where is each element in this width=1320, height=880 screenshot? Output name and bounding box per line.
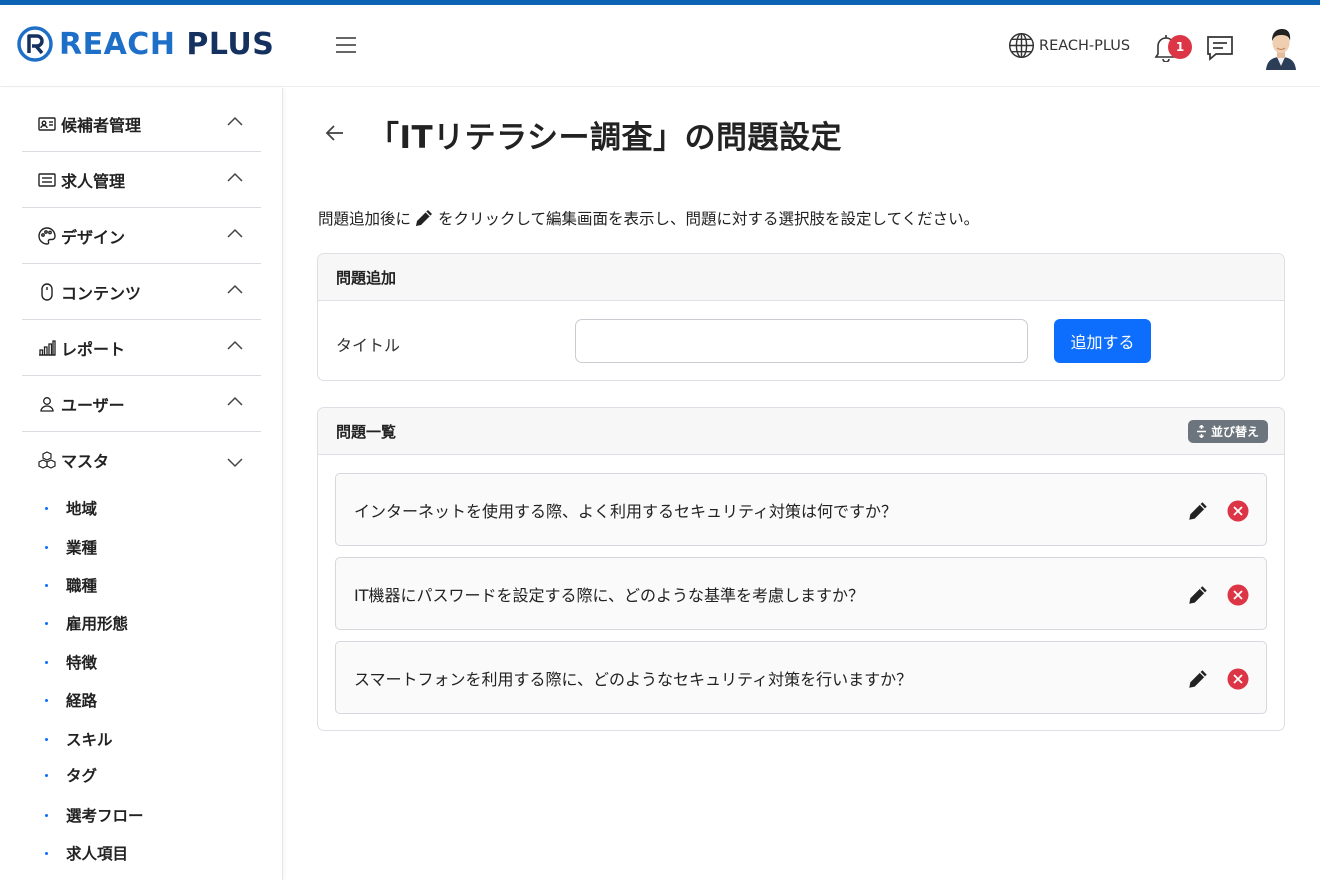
add-question-heading: 問題追加: [318, 254, 1284, 301]
question-row: IT機器にパスワードを設定する際に、どのような基準を考慮しますか？: [335, 557, 1267, 630]
sidebar-item-master[interactable]: マスタ: [22, 432, 261, 488]
sidebar-item-label: コンテンツ: [61, 283, 142, 303]
sidebar-subitem-tags[interactable]: タグ: [45, 764, 97, 786]
list-icon: [38, 171, 56, 189]
sidebar-subitem-industry[interactable]: 業種: [45, 536, 97, 558]
chevron-up-icon: [227, 284, 243, 294]
sidebar-subitem-label: タグ: [66, 767, 98, 785]
question-text: インターネットを使用する際、よく利用するセキュリティ対策は何ですか？: [354, 501, 898, 521]
chevron-up-icon: [227, 228, 243, 238]
sort-button[interactable]: 並び替え: [1187, 420, 1268, 443]
question-list-title: 問題一覧: [336, 422, 397, 441]
sidebar-item-users[interactable]: ユーザー: [22, 376, 261, 432]
notification-badge: 1: [1168, 35, 1192, 59]
sidebar-item-label: ユーザー: [61, 395, 125, 415]
description-text-after: をクリックして編集画面を表示し、問題に対する選択肢を設定してください。: [438, 210, 980, 228]
logo[interactable]: REACH PLUS: [17, 26, 274, 62]
sidebar-item-label: 候補者管理: [61, 115, 142, 135]
palette-icon: [38, 226, 56, 245]
sidebar-subitem-job-fields[interactable]: 求人項目: [45, 842, 128, 864]
question-text: IT機器にパスワードを設定する際に、どのような基準を考慮しますか？: [354, 585, 865, 605]
delete-icon[interactable]: [1227, 500, 1249, 522]
sidebar-subitem-skills[interactable]: スキル: [45, 728, 113, 750]
edit-pencil-icon[interactable]: [1186, 583, 1210, 607]
sidebar-item-contents[interactable]: コンテンツ: [22, 264, 261, 320]
sidebar-item-design[interactable]: デザイン: [22, 208, 261, 264]
chat-icon[interactable]: [1206, 34, 1234, 62]
edit-pencil-icon[interactable]: [1186, 667, 1210, 691]
question-list-card: 問題一覧 並び替え インターネットを使用する際、よく利用するセキュリティ対策は何…: [317, 407, 1285, 731]
mouse-icon: [38, 282, 56, 301]
logo-mark-icon: [17, 26, 53, 62]
title-input[interactable]: [575, 319, 1028, 363]
delete-icon[interactable]: [1227, 584, 1249, 606]
add-question-button[interactable]: 追加する: [1054, 319, 1151, 363]
title-field-label: タイトル: [336, 336, 401, 355]
chevron-up-icon: [227, 340, 243, 350]
sidebar-subitem-label: 地域: [66, 500, 98, 518]
boxes-icon: [38, 451, 56, 469]
question-list-heading: 問題一覧 並び替え: [318, 408, 1284, 455]
chevron-up-icon: [227, 396, 243, 406]
sidebar-subitem-label: 業種: [66, 539, 98, 557]
sidebar-subitem-label: 職種: [66, 577, 98, 595]
page-title: 「ITリテラシー調査」の問題設定: [368, 120, 843, 156]
app-header: REACH PLUS REACH-PLUS 1: [0, 5, 1320, 87]
logo-text: REACH PLUS: [59, 27, 274, 62]
chevron-down-icon: [227, 458, 243, 468]
sidebar-item-candidates[interactable]: 候補者管理: [22, 96, 261, 152]
question-row: インターネットを使用する際、よく利用するセキュリティ対策は何ですか？: [335, 473, 1267, 546]
description-text-before: 問題追加後に: [318, 210, 412, 228]
pencil-icon: [416, 210, 433, 226]
sort-button-label: 並び替え: [1210, 425, 1259, 439]
globe-icon: [1008, 32, 1035, 59]
id-card-icon: [38, 115, 56, 133]
sidebar-item-jobs[interactable]: 求人管理: [22, 152, 261, 208]
sidebar-subitem-route[interactable]: 経路: [45, 689, 97, 711]
sort-icon: [1196, 425, 1206, 438]
sidebar-subitem-employment-type[interactable]: 雇用形態: [45, 612, 128, 634]
sidebar-subitem-selection-flow[interactable]: 選考フロー: [45, 804, 144, 826]
user-avatar[interactable]: [1262, 26, 1300, 70]
page-description: 問題追加後に をクリックして編集画面を表示し、問題に対する選択肢を設定してくださ…: [318, 207, 979, 229]
chevron-up-icon: [227, 172, 243, 182]
sidebar-subitem-label: 求人項目: [66, 845, 129, 863]
sidebar-subitem-label: スキル: [66, 731, 113, 749]
question-text: スマートフォンを利用する際に、どのようなセキュリティ対策を行いますか？: [354, 669, 913, 689]
question-row: スマートフォンを利用する際に、どのようなセキュリティ対策を行いますか？: [335, 641, 1267, 714]
sidebar-item-label: マスタ: [61, 452, 110, 471]
add-question-card: 問題追加 タイトル 追加する: [317, 253, 1285, 381]
sidebar-item-label: 求人管理: [61, 171, 126, 191]
hamburger-menu-icon[interactable]: [336, 37, 356, 53]
sidebar-subitem-region[interactable]: 地域: [45, 497, 97, 519]
sidebar-subitem-features[interactable]: 特徴: [45, 651, 97, 673]
logo-reach: REACH: [59, 26, 176, 62]
sidebar-item-label: レポート: [61, 339, 126, 359]
person-icon: [38, 395, 56, 413]
sidebar-item-label: デザイン: [61, 227, 126, 247]
edit-pencil-icon[interactable]: [1186, 499, 1210, 523]
organization-name: REACH-PLUS: [1039, 37, 1131, 54]
bar-chart-icon: [38, 339, 56, 357]
sidebar-subitem-occupation[interactable]: 職種: [45, 574, 97, 596]
sidebar-subitem-label: 雇用形態: [66, 615, 129, 633]
delete-icon[interactable]: [1227, 668, 1249, 690]
sidebar-item-reports[interactable]: レポート: [22, 320, 261, 376]
sidebar-subitem-label: 特徴: [66, 654, 98, 672]
organization-switcher[interactable]: REACH-PLUS: [1008, 32, 1130, 59]
chevron-up-icon: [227, 116, 243, 126]
notifications-button[interactable]: 1: [1154, 32, 1194, 66]
sidebar-subitem-label: 経路: [66, 692, 98, 710]
logo-plus: PLUS: [186, 26, 275, 62]
sidebar-subitem-label: 選考フロー: [66, 807, 144, 825]
back-arrow-icon[interactable]: [324, 122, 346, 144]
